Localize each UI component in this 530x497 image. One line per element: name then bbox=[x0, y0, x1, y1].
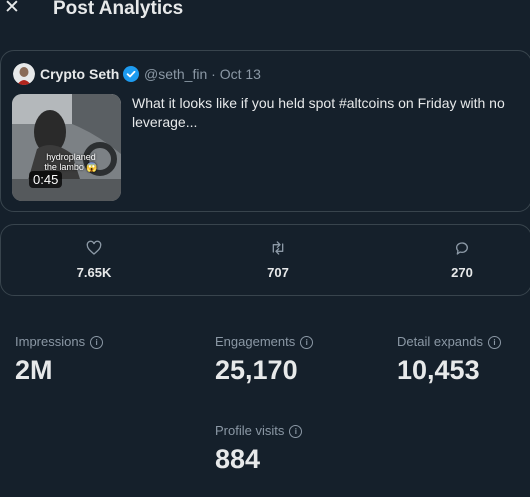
verified-badge-icon bbox=[123, 66, 139, 82]
media-caption: hydroplaned the lambo 😱 bbox=[44, 152, 98, 172]
engagement-bar: 7.65K 707 270 bbox=[0, 224, 530, 296]
profile-visits-value: 884 bbox=[215, 444, 261, 474]
video-thumbnail[interactable]: hydroplaned the lambo 😱 0:45 bbox=[12, 94, 121, 201]
author-handle-date[interactable]: @seth_fin · Oct 13 bbox=[144, 66, 261, 83]
post-card[interactable]: Crypto Seth @seth_fin · Oct 13 hydroplan… bbox=[0, 50, 530, 212]
replies-metric[interactable]: 270 bbox=[422, 240, 502, 280]
detail-expands-label: Detail expands bbox=[397, 334, 483, 349]
info-icon[interactable]: i bbox=[488, 335, 501, 349]
engagements-stat: Engagements i 25,170 bbox=[215, 334, 314, 386]
header: ✕ Post Analytics bbox=[0, 0, 530, 24]
replies-count: 270 bbox=[451, 265, 473, 280]
reply-icon bbox=[456, 242, 468, 255]
heart-icon bbox=[86, 240, 102, 255]
video-duration: 0:45 bbox=[29, 171, 63, 188]
page-title: Post Analytics bbox=[53, 0, 184, 19]
post-text: What it looks like if you held spot #alt… bbox=[132, 95, 505, 130]
info-icon[interactable]: i bbox=[90, 335, 104, 349]
avatar[interactable] bbox=[13, 63, 35, 85]
engagements-label: Engagements bbox=[215, 334, 296, 349]
detail-expands-value: 10,453 bbox=[397, 355, 480, 385]
profile-visits-stat: Profile visits i 884 bbox=[215, 423, 303, 475]
likes-metric[interactable]: 7.65K bbox=[54, 240, 134, 280]
impressions-label: Impressions bbox=[15, 334, 86, 349]
reposts-count: 707 bbox=[267, 265, 289, 280]
engagements-value: 25,170 bbox=[215, 355, 298, 385]
profile-visits-label: Profile visits bbox=[215, 423, 285, 438]
info-icon[interactable]: i bbox=[289, 424, 303, 438]
info-icon[interactable]: i bbox=[300, 335, 314, 349]
likes-count: 7.65K bbox=[76, 265, 112, 280]
author-name[interactable]: Crypto Seth bbox=[40, 66, 119, 83]
reposts-metric[interactable]: 707 bbox=[238, 240, 318, 280]
impressions-value: 2M bbox=[15, 355, 53, 385]
repost-icon bbox=[272, 241, 284, 255]
close-button[interactable]: ✕ bbox=[2, 0, 22, 20]
detail-expands-stat: Detail expands i 10,453 bbox=[397, 334, 501, 386]
impressions-stat: Impressions i 2M bbox=[15, 334, 104, 386]
